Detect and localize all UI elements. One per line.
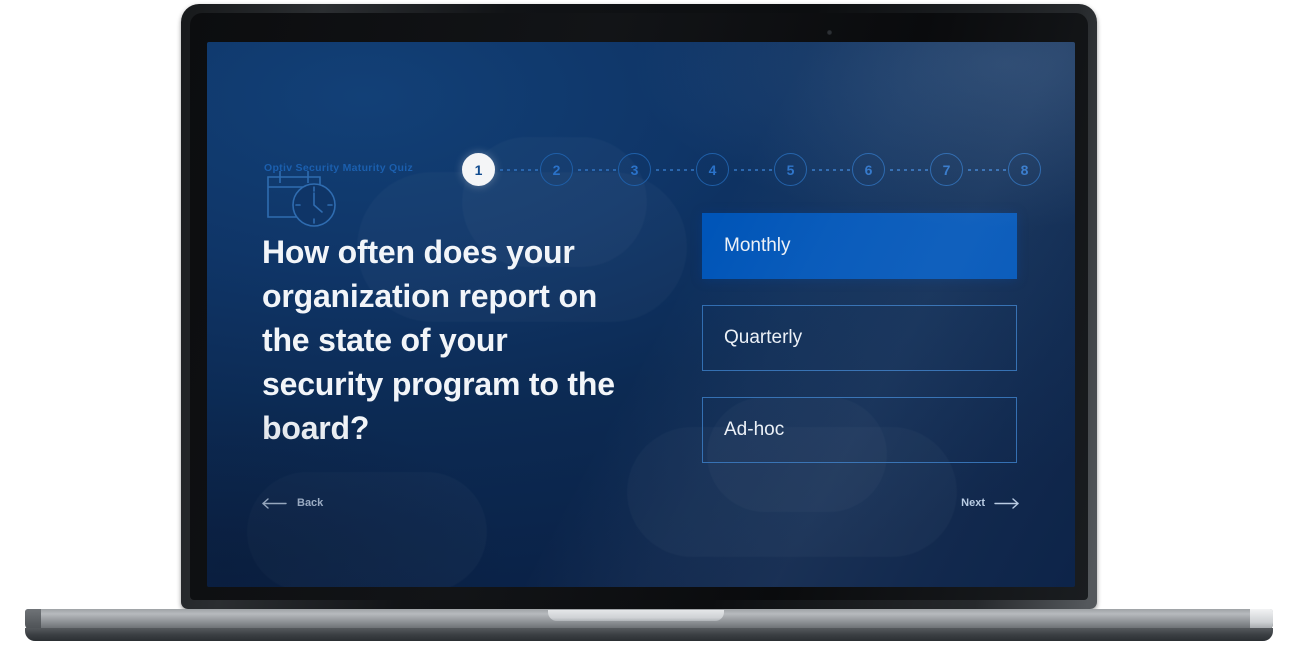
answer-option-label: Ad-hoc (724, 419, 785, 440)
stepper-step-1[interactable]: 1 (462, 153, 495, 186)
back-button[interactable]: Back (262, 497, 323, 509)
next-button[interactable]: Next (961, 497, 1020, 509)
answer-options-list: Monthly Quarterly Ad-hoc (702, 213, 1017, 489)
answer-option-label: Monthly (724, 235, 791, 256)
stepper-connector (809, 168, 850, 171)
next-button-label: Next (961, 497, 985, 509)
stepper-step-8[interactable]: 8 (1008, 153, 1041, 186)
answer-option-label: Quarterly (724, 327, 803, 348)
answer-option-selected[interactable]: Monthly (702, 213, 1017, 279)
stepper-connector (575, 168, 616, 171)
calendar-clock-icon (262, 167, 348, 233)
answer-option[interactable]: Ad-hoc (702, 397, 1017, 463)
stepper-connector (731, 168, 772, 171)
laptop-base-notch (548, 610, 724, 621)
screenshot-root: Optiv Security Maturity Quiz 12345678 Ho… (0, 0, 1298, 654)
stepper-connector (887, 168, 928, 171)
arrow-right-icon (994, 497, 1020, 509)
answer-option[interactable]: Quarterly (702, 305, 1017, 371)
laptop-base-underside (25, 628, 1273, 641)
stepper-step-7[interactable]: 7 (930, 153, 963, 186)
laptop-screen: Optiv Security Maturity Quiz 12345678 Ho… (207, 42, 1075, 587)
webcam-icon (827, 30, 832, 35)
stepper-step-6[interactable]: 6 (852, 153, 885, 186)
stepper-step-5[interactable]: 5 (774, 153, 807, 186)
stepper-step-2[interactable]: 2 (540, 153, 573, 186)
arrow-left-icon (262, 497, 288, 509)
stepper-connector (497, 168, 538, 171)
quiz-stepper: 1 2 3 4 5 6 7 8 (462, 153, 1041, 186)
stepper-connector (653, 168, 694, 171)
stepper-step-4[interactable]: 4 (696, 153, 729, 186)
back-button-label: Back (297, 497, 324, 509)
stepper-connector (965, 168, 1006, 171)
question-text: How often does your organization report … (262, 234, 615, 446)
quiz-screen-content: Optiv Security Maturity Quiz 12345678 Ho… (207, 42, 1075, 587)
stepper-step-3[interactable]: 3 (618, 153, 651, 186)
